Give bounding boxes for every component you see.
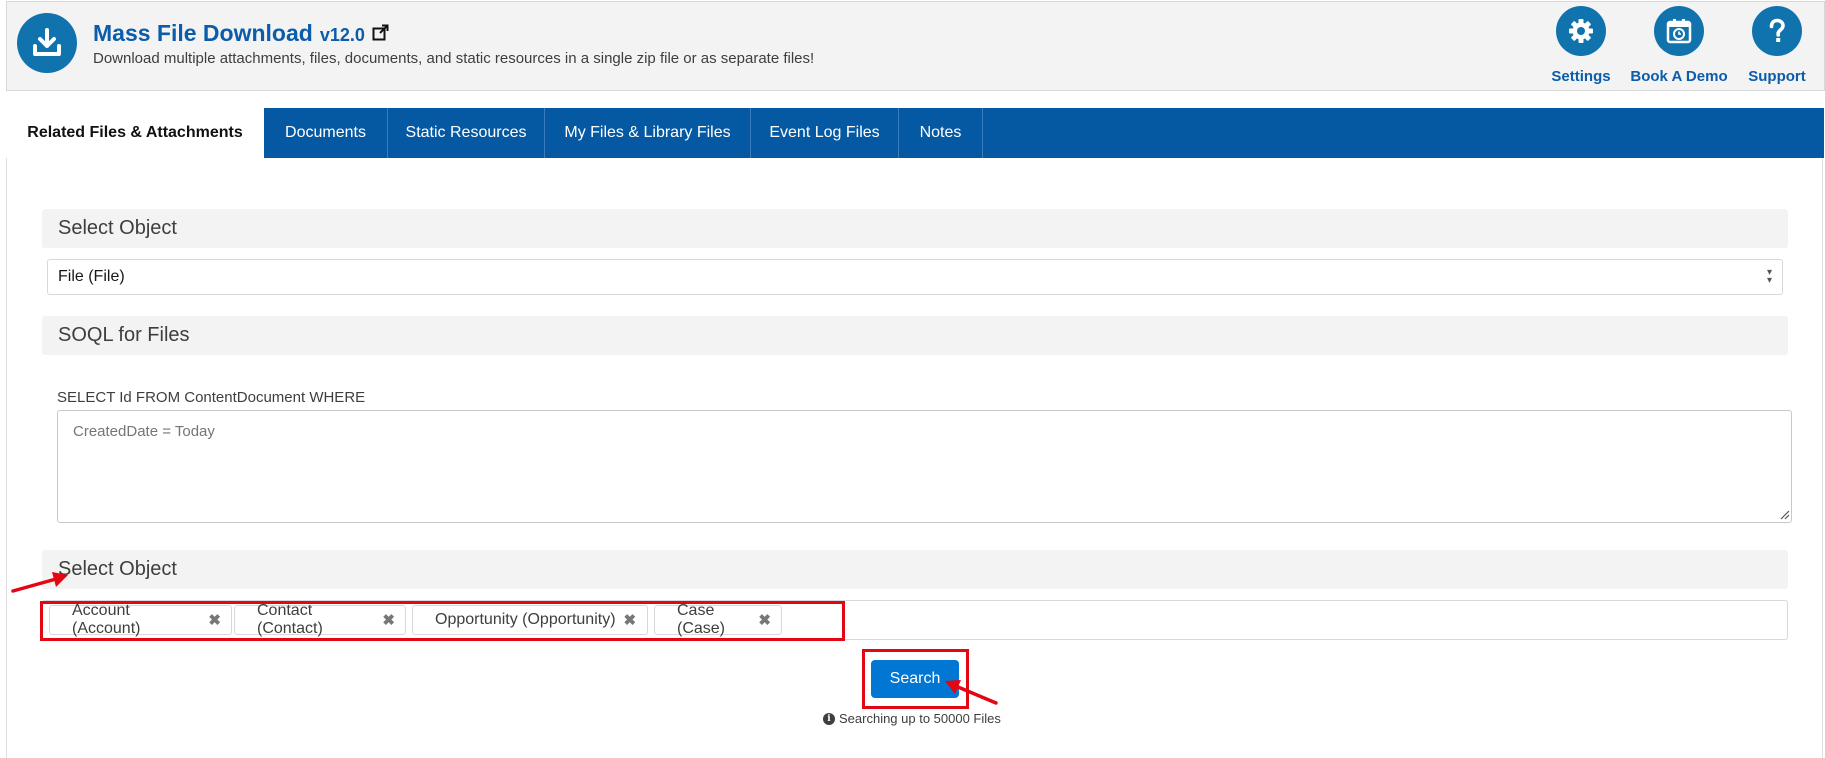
app-title: Mass File Download: [93, 20, 313, 46]
app-header: Mass File Download v12.0 Download multip…: [6, 1, 1825, 91]
object-select-value: File (File): [58, 268, 125, 285]
tab-notes[interactable]: Notes: [899, 108, 983, 158]
download-icon: [17, 13, 77, 73]
app-subtitle: Download multiple attachments, files, do…: [93, 50, 815, 67]
book-a-demo-label: Book A Demo: [1630, 68, 1728, 85]
tab-bar: Related Files & Attachments Documents St…: [6, 108, 1824, 158]
search-info: i Searching up to 50000 Files: [823, 711, 1001, 726]
resize-grip-icon[interactable]: [1780, 510, 1790, 520]
gear-icon: [1556, 6, 1606, 56]
app-version: v12.0: [319, 25, 365, 45]
info-icon: i: [823, 712, 835, 725]
calendar-icon: [1654, 6, 1704, 56]
book-a-demo-button[interactable]: Book A Demo: [1624, 6, 1734, 85]
annotation-box-objects: [40, 601, 845, 641]
external-link-icon[interactable]: [372, 24, 389, 46]
tab-static-resources[interactable]: Static Resources: [388, 108, 545, 158]
select-caret-icon: ▾ ▾: [1766, 267, 1772, 286]
soql-prefix-label: SELECT Id FROM ContentDocument WHERE: [57, 389, 366, 406]
question-icon: [1752, 6, 1802, 56]
related-object-header: Select Object: [42, 550, 1788, 589]
settings-label: Settings: [1551, 68, 1611, 85]
support-label: Support: [1748, 68, 1806, 85]
search-info-text: Searching up to 50000 Files: [839, 711, 1001, 726]
soql-where-textarea[interactable]: [57, 410, 1792, 523]
title-row: Mass File Download v12.0: [93, 20, 389, 47]
object-select[interactable]: File (File) ▾ ▾: [47, 259, 1783, 295]
soql-section-header: SOQL for Files: [42, 316, 1788, 355]
tab-related-files-attachments[interactable]: Related Files & Attachments: [6, 108, 264, 158]
select-object-header: Select Object: [42, 209, 1788, 248]
tab-documents[interactable]: Documents: [264, 108, 388, 158]
annotation-box-search: [862, 649, 969, 709]
tab-event-log-files[interactable]: Event Log Files: [751, 108, 899, 158]
tab-my-files-library-files[interactable]: My Files & Library Files: [545, 108, 751, 158]
support-button[interactable]: Support: [1722, 6, 1825, 85]
settings-button[interactable]: Settings: [1526, 6, 1636, 85]
